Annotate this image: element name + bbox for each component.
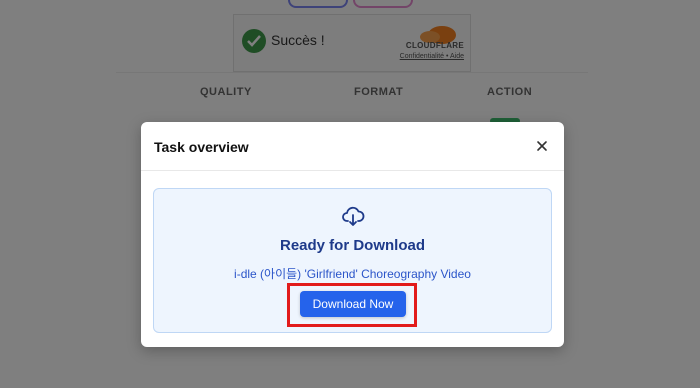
video-title: i-dle (아이들) 'Girlfriend' Choreography Vi… <box>234 267 471 281</box>
modal-divider <box>141 170 564 171</box>
modal-title: Task overview <box>154 139 249 155</box>
close-icon[interactable] <box>532 136 552 156</box>
cloud-download-icon <box>342 206 365 226</box>
highlight-annotation-box <box>287 283 417 327</box>
ready-heading: Ready for Download <box>279 237 425 254</box>
